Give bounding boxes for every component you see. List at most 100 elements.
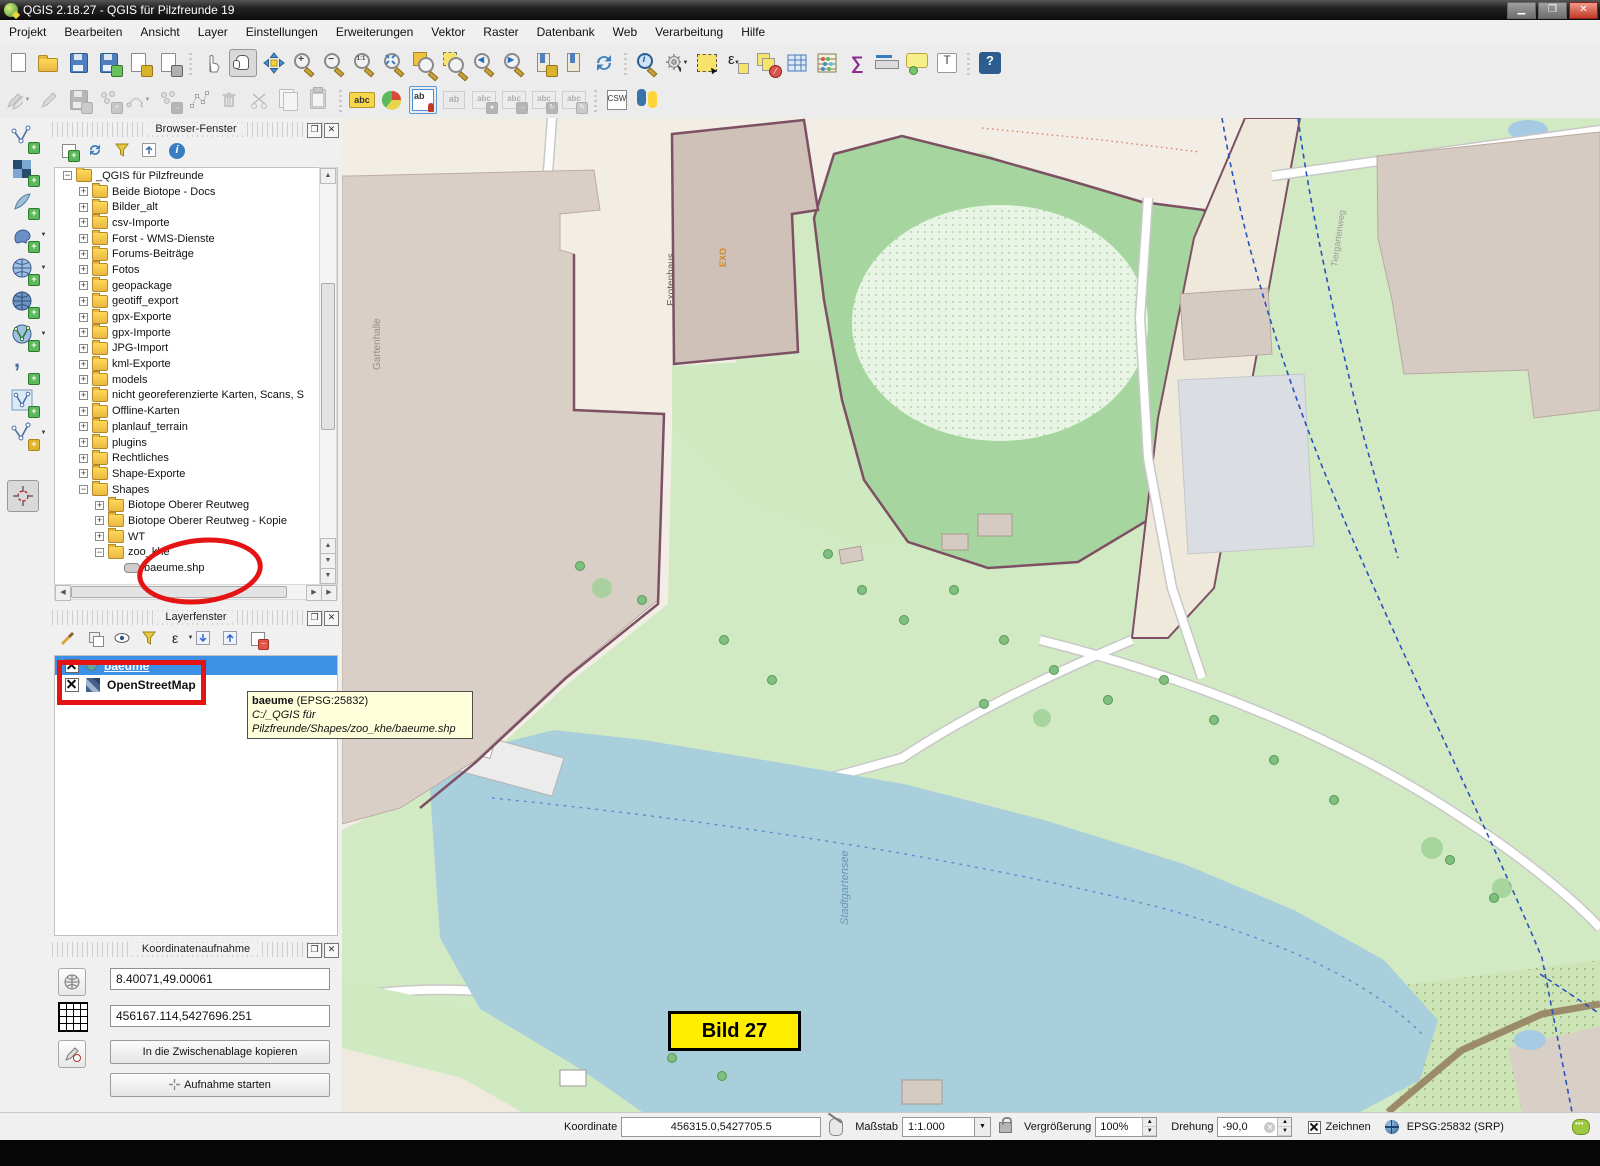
tree-expander[interactable]: − — [79, 485, 88, 494]
tree-expander[interactable]: + — [79, 375, 88, 384]
tree-expander[interactable]: + — [79, 281, 88, 290]
tree-item-biotope-oberer-reutweg[interactable]: +Biotope Oberer Reutweg — [55, 497, 337, 513]
coordinate-input[interactable]: 456315.0,5427705.5 — [621, 1117, 821, 1137]
browser-vscrollbar[interactable]: ▲ ▲ ▼ ▼ — [319, 167, 337, 585]
manage-visibility-button[interactable] — [114, 630, 132, 648]
add-circular-string-button[interactable]: ▼ — [126, 87, 152, 113]
tree-expander[interactable]: + — [79, 250, 88, 259]
add-selected-layers-button[interactable]: + — [60, 142, 78, 160]
minimize-button[interactable]: ▁ — [1507, 2, 1536, 19]
geographic-coordinate-field[interactable]: 8.40071,49.00061 — [110, 968, 330, 990]
refresh-button[interactable] — [591, 50, 617, 76]
menu-bearbeiten[interactable]: Bearbeiten — [55, 21, 131, 43]
add-postgis-layer-button[interactable]: +▼ — [7, 220, 37, 250]
delete-selected-button[interactable] — [216, 87, 242, 113]
crs-globe-icon[interactable] — [1385, 1120, 1399, 1134]
tree-expander[interactable]: + — [95, 501, 104, 510]
help-button[interactable]: ? — [977, 50, 1003, 76]
tree-item-gpx-importe[interactable]: +gpx-Importe — [55, 325, 337, 341]
tree-item-bilder-alt[interactable]: +Bilder_alt — [55, 199, 337, 215]
zoom-full-button[interactable] — [381, 50, 407, 76]
menu-projekt[interactable]: Projekt — [0, 21, 55, 43]
text-annotation-button[interactable]: T▼ — [934, 50, 960, 76]
zoom-last-button[interactable]: ◀ — [471, 50, 497, 76]
map-tips-button[interactable] — [904, 50, 930, 76]
add-wfs-layer-button[interactable]: ,+ — [7, 352, 37, 382]
tree-item-jpg-import[interactable]: +JPG-Import — [55, 341, 337, 357]
tree-item-kml-exporte[interactable]: +kml-Exporte — [55, 356, 337, 372]
menu-hilfe[interactable]: Hilfe — [732, 21, 774, 43]
float-panel-button[interactable]: ❐ — [307, 123, 322, 138]
map-canvas[interactable]: GartenhalleExotenhausEXOTiergartenwegSta… — [342, 118, 1600, 1112]
geographic-crs-button[interactable] — [58, 968, 86, 996]
add-spatialite-layer-button[interactable]: +▼ — [7, 253, 37, 283]
tree-item-forst-wms-dienste[interactable]: +Forst - WMS-Dienste — [55, 231, 337, 247]
tree-expander[interactable]: − — [95, 548, 104, 557]
tree-expander[interactable]: + — [79, 187, 88, 196]
highlight-pinned-labels-button[interactable]: ab — [441, 87, 467, 113]
messages-icon[interactable] — [1572, 1119, 1590, 1135]
pan-map-button[interactable] — [229, 49, 257, 77]
open-layer-styling-button[interactable] — [60, 630, 78, 648]
statistical-summary-button[interactable] — [814, 50, 840, 76]
move-label-button[interactable]: abc→ — [501, 87, 527, 113]
track-mouse-button[interactable] — [58, 1040, 86, 1068]
tree-expander[interactable]: + — [79, 265, 88, 274]
tree-item-planlauf-terrain[interactable]: +planlauf_terrain — [55, 419, 337, 435]
menu-web[interactable]: Web — [604, 21, 646, 43]
scale-input[interactable]: 1:1.000 — [902, 1117, 975, 1137]
show-hide-labels-button[interactable]: abc● — [471, 87, 497, 113]
zoom-out-button[interactable]: − — [321, 50, 347, 76]
filter-expression-button[interactable]: ε▼ — [168, 630, 186, 648]
copy-features-button[interactable] — [276, 87, 302, 113]
tree-expander[interactable]: + — [79, 360, 88, 369]
dropdown-arrow-icon[interactable]: ▼ — [143, 97, 152, 103]
tree-item-forums-beiträge[interactable]: +Forums-Beiträge — [55, 246, 337, 262]
add-delimited-text-layer-button[interactable]: + — [7, 187, 37, 217]
menu-datenbank[interactable]: Datenbank — [528, 21, 604, 43]
dropdown-arrow-icon[interactable]: ▼ — [23, 97, 32, 103]
add-wms-layer-button[interactable]: + — [7, 286, 37, 316]
add-raster-layer-button[interactable]: + — [7, 154, 37, 184]
save-layer-edits-button[interactable] — [66, 87, 92, 113]
tree-item-shape-exporte[interactable]: +Shape-Exporte — [55, 466, 337, 482]
tree-expander[interactable]: + — [95, 532, 104, 541]
tree-item-geotiff-export[interactable]: +geotiff_export — [55, 294, 337, 310]
node-tool-button[interactable] — [186, 87, 212, 113]
filter-browser-button[interactable] — [114, 142, 132, 160]
change-label-button[interactable]: abc✎ — [561, 87, 587, 113]
tree-expander[interactable]: + — [79, 454, 88, 463]
zoom-in-button[interactable]: + — [291, 50, 317, 76]
paste-features-button[interactable] — [306, 87, 332, 113]
tree-expander[interactable]: + — [79, 391, 88, 400]
remove-layer-button[interactable]: − — [249, 630, 267, 648]
layer-diagram-button[interactable] — [379, 87, 405, 113]
dropdown-arrow-icon[interactable]: ▼ — [39, 265, 48, 271]
mouse-position-icon[interactable] — [829, 1118, 843, 1136]
zoom-next-button[interactable]: ▶ — [501, 50, 527, 76]
close-panel-button[interactable]: ✕ — [324, 123, 339, 138]
csw-search-button[interactable]: CSW — [604, 87, 630, 113]
dropdown-arrow-icon[interactable]: ▼ — [39, 232, 48, 238]
tree-item-plugins[interactable]: +plugins — [55, 435, 337, 451]
cut-features-button[interactable] — [246, 87, 272, 113]
zoom-to-layer-button[interactable] — [411, 50, 437, 76]
menu-raster[interactable]: Raster — [474, 21, 527, 43]
tree-expander[interactable]: + — [95, 516, 104, 525]
tree-expander[interactable]: + — [79, 344, 88, 353]
save-project-button[interactable] — [66, 50, 92, 76]
scale-dropdown-button[interactable]: ▼ — [975, 1117, 991, 1137]
filter-legend-button[interactable] — [141, 630, 159, 648]
add-group-button[interactable] — [87, 630, 105, 648]
float-panel-button[interactable]: ❐ — [307, 943, 322, 958]
tree-item-csv-importe[interactable]: +csv-Importe — [55, 215, 337, 231]
tree-expander[interactable]: + — [79, 328, 88, 337]
start-capture-button[interactable]: Aufnahme starten — [110, 1073, 330, 1097]
select-by-expression-button[interactable]: ε▼ — [724, 50, 750, 76]
python-console-button[interactable] — [634, 87, 660, 113]
pin-labels-button[interactable]: ab — [409, 86, 437, 114]
new-print-composer-button[interactable] — [126, 50, 152, 76]
show-bookmarks-button[interactable] — [561, 50, 587, 76]
tree-item-models[interactable]: +models — [55, 372, 337, 388]
expand-all-button[interactable] — [195, 630, 213, 648]
